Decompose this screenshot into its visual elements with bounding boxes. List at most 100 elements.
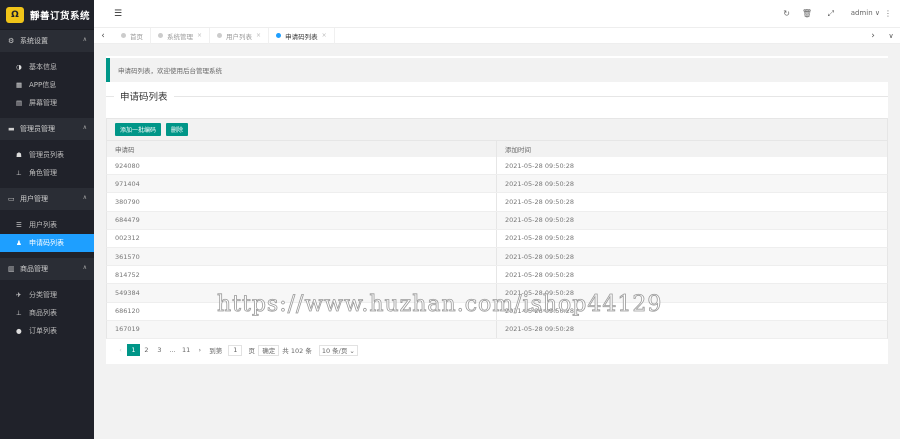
sidebar-item-basic-info[interactable]: ◑ 基本信息 bbox=[0, 58, 94, 76]
sidebar-item-orders[interactable]: ● 订单列表 bbox=[0, 322, 94, 340]
app-logo[interactable]: Ω 靜善订货系统 bbox=[0, 0, 94, 30]
table-row[interactable]: 549384 2021-05-28 09:50:28 bbox=[106, 284, 888, 303]
page-11-button[interactable]: 11 bbox=[179, 344, 193, 356]
cell-time: 2021-05-28 09:50:28 bbox=[505, 216, 575, 225]
sidebar-item-label: 申请码列表 bbox=[29, 239, 64, 247]
table-row[interactable]: 971404 2021-05-28 09:50:28 bbox=[106, 175, 888, 194]
column-header-code[interactable]: 申请码 bbox=[107, 141, 497, 157]
close-icon[interactable]: × bbox=[256, 32, 261, 39]
cell-code: 814752 bbox=[107, 266, 497, 284]
page-prev-button[interactable]: ‹ bbox=[114, 344, 127, 356]
menu-toggle-icon[interactable]: ☰ bbox=[114, 9, 122, 19]
add-batch-button[interactable]: 添加一批编码 bbox=[115, 123, 162, 136]
download-icon: ⊥ bbox=[16, 309, 22, 317]
chevron-up-icon: ∧ bbox=[82, 194, 87, 201]
cell-time: 2021-05-28 09:50:28 bbox=[505, 197, 575, 206]
sidebar-item-category[interactable]: ✈ 分类管理 bbox=[0, 286, 94, 304]
user-menu[interactable]: admin ∨ bbox=[851, 9, 880, 17]
sidebar-group-system[interactable]: ⚙ 系统设置 ∧ bbox=[0, 30, 94, 52]
cell-code: 971404 bbox=[107, 175, 497, 193]
tab-apply-code-list[interactable]: 申请码列表 × bbox=[269, 27, 335, 44]
sidebar: Ω 靜善订货系统 ⚙ 系统设置 ∧ ◑ 基本信息 ▦ APP信息 ▤ 屏幕管理 … bbox=[0, 0, 94, 439]
column-header-time[interactable]: 添加时间 bbox=[497, 141, 887, 157]
data-table: 添加一批编码 删除 申请码 添加时间 924080 2021-05-28 09:5… bbox=[106, 118, 888, 339]
sidebar-item-label: 分类管理 bbox=[29, 291, 57, 299]
sidebar-item-label: APP信息 bbox=[29, 81, 57, 89]
sidebar-item-user-list[interactable]: ☰ 用户列表 bbox=[0, 216, 94, 234]
close-icon[interactable]: × bbox=[322, 32, 327, 39]
sidebar-item-admin-list[interactable]: ☗ 管理员列表 bbox=[0, 146, 94, 164]
sidebar-item-roles[interactable]: ⊥ 角色管理 bbox=[0, 164, 94, 182]
more-icon[interactable]: ⋮ bbox=[884, 9, 892, 18]
tab-label: 申请码列表 bbox=[285, 32, 318, 41]
apple-icon: ● bbox=[16, 327, 22, 335]
close-icon[interactable]: × bbox=[197, 32, 202, 39]
table-row[interactable]: 686120 2021-05-28 09:50:28 bbox=[106, 302, 888, 321]
table-row[interactable]: 380790 2021-05-28 09:50:28 bbox=[106, 193, 888, 212]
cell-code: 549384 bbox=[107, 284, 497, 302]
table-row[interactable]: 002312 2021-05-28 09:50:28 bbox=[106, 229, 888, 248]
admin-icon: ▬ bbox=[8, 125, 15, 133]
page-size-select[interactable]: 10 条/页 ⌄ bbox=[318, 344, 358, 356]
gear-icon: ⚙ bbox=[8, 37, 15, 45]
goods-icon: ▥ bbox=[8, 265, 15, 273]
cell-code: 361570 bbox=[107, 247, 497, 266]
table-toolbar: 添加一批编码 删除 bbox=[106, 118, 888, 141]
goto-confirm-button[interactable]: 确定 bbox=[258, 344, 280, 356]
chevron-up-icon: ∧ bbox=[82, 264, 87, 271]
sidebar-menu-system: ◑ 基本信息 ▦ APP信息 ▤ 屏幕管理 bbox=[0, 52, 94, 118]
tabs-list: 首页 系统管理 × 用户列表 × 申请码列表 × bbox=[112, 27, 864, 44]
delete-button[interactable]: 删除 bbox=[166, 123, 189, 136]
table-row[interactable]: 167019 2021-05-28 09:50:28 bbox=[106, 320, 888, 339]
chevron-down-icon[interactable]: ∨ bbox=[882, 32, 900, 40]
sidebar-item-label: 商品列表 bbox=[29, 309, 57, 317]
notice-banner: 申请码列表，欢迎使用后台管理系统 bbox=[106, 58, 888, 82]
cell-code: 380790 bbox=[107, 193, 497, 211]
sidebar-group-users[interactable]: ▭ 用户管理 ∧ bbox=[0, 188, 94, 210]
tab-label: 用户列表 bbox=[226, 32, 253, 41]
tabs-prev-icon[interactable]: ‹ bbox=[94, 31, 112, 41]
page-next-button[interactable]: › bbox=[193, 344, 206, 356]
chevron-up-icon: ∧ bbox=[82, 36, 87, 43]
page-2-button[interactable]: 2 bbox=[140, 344, 153, 356]
plane-icon: ✈ bbox=[16, 291, 22, 299]
cell-time: 2021-05-28 09:50:28 bbox=[505, 252, 575, 261]
sidebar-item-label: 订单列表 bbox=[29, 327, 57, 335]
table-header: 申请码 添加时间 bbox=[106, 141, 888, 157]
sidebar-item-app-info[interactable]: ▦ APP信息 bbox=[0, 76, 94, 94]
tabs-bar: ‹ 首页 系统管理 × 用户列表 × 申请码列表 × › ∨ bbox=[94, 27, 900, 44]
table-row[interactable]: 684479 2021-05-28 09:50:28 bbox=[106, 211, 888, 230]
tab-dot-icon bbox=[121, 33, 126, 38]
table-body: 924080 2021-05-28 09:50:28 971404 2021-05-2… bbox=[106, 157, 888, 339]
sidebar-group-admin[interactable]: ▬ 管理员管理 ∧ bbox=[0, 118, 94, 140]
sidebar-group-goods[interactable]: ▥ 商品管理 ∧ bbox=[0, 258, 94, 280]
refresh-icon[interactable]: ↻ bbox=[783, 9, 790, 18]
person-icon: ♟ bbox=[16, 239, 22, 247]
cell-time: 2021-05-28 09:50:28 bbox=[505, 234, 575, 243]
sidebar-item-label: 管理员列表 bbox=[29, 151, 64, 159]
page-3-button[interactable]: 3 bbox=[153, 344, 166, 356]
sidebar-item-goods-list[interactable]: ⊥ 商品列表 bbox=[0, 304, 94, 322]
chevron-up-icon: ∧ bbox=[82, 124, 87, 131]
trash-icon[interactable]: 🗑 bbox=[802, 9, 812, 18]
cell-time: 2021-05-28 09:50:28 bbox=[505, 179, 575, 188]
tab-system[interactable]: 系统管理 × bbox=[151, 27, 211, 44]
goto-page-input[interactable]: 1 bbox=[228, 344, 243, 356]
tab-user-list[interactable]: 用户列表 × bbox=[210, 27, 270, 44]
tabs-next-icon[interactable]: › bbox=[864, 31, 882, 41]
table-row[interactable]: 924080 2021-05-28 09:50:28 bbox=[106, 157, 888, 176]
page-1-button[interactable]: 1 bbox=[127, 344, 140, 356]
table-row[interactable]: 814752 2021-05-28 09:50:28 bbox=[106, 266, 888, 285]
top-header: ☰ ↻ 🗑 ⤢ admin ∨ ⋮ bbox=[94, 0, 900, 28]
sidebar-item-apply-code-list[interactable]: ♟ 申请码列表 bbox=[0, 234, 94, 252]
tab-dot-icon bbox=[217, 33, 223, 38]
tab-home[interactable]: 首页 bbox=[114, 27, 151, 44]
screen-icon: ▤ bbox=[16, 99, 23, 107]
sidebar-item-screen[interactable]: ▤ 屏幕管理 bbox=[0, 94, 94, 112]
tab-dot-icon bbox=[276, 33, 282, 38]
cell-time: 2021-05-28 09:50:28 bbox=[505, 288, 575, 297]
sidebar-menu-users: ☰ 用户列表 ♟ 申请码列表 bbox=[0, 210, 94, 258]
table-row[interactable]: 361570 2021-05-28 09:50:28 bbox=[106, 247, 888, 267]
fullscreen-icon[interactable]: ⤢ bbox=[828, 9, 834, 19]
page-title: 申请码列表 bbox=[114, 89, 174, 103]
